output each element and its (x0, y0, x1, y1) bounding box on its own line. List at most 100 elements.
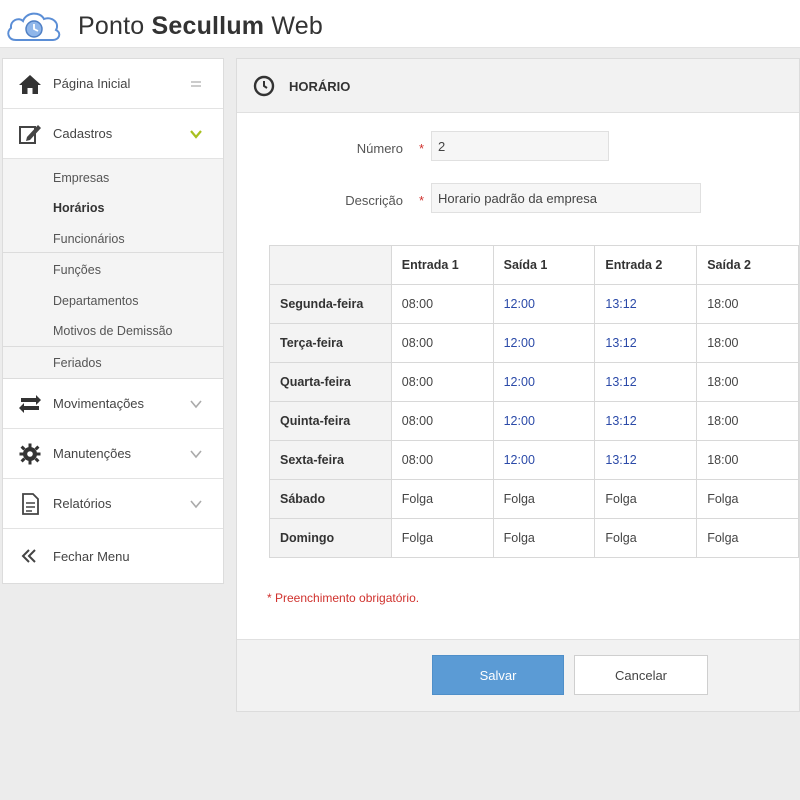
day-label: Quinta-feira (269, 401, 392, 441)
time-cell[interactable]: 12:00 (492, 401, 596, 441)
app-header: Ponto Secullum Web (0, 0, 800, 48)
time-cell[interactable]: 08:00 (390, 401, 494, 441)
sidebar-item-label: Fechar Menu (53, 548, 130, 564)
submenu-item-feriados[interactable]: Feriados (53, 356, 102, 370)
horario-panel: HORÁRIO Número * 2 Descrição * Horario p… (236, 58, 800, 712)
table-header-row: Entrada 1 Saída 1 Entrada 2 Saída 2 (269, 245, 799, 285)
sidebar-item-cadastros[interactable]: Cadastros (3, 109, 223, 159)
sidebar-item-fechar-menu[interactable]: Fechar Menu (3, 531, 223, 581)
time-cell[interactable]: 08:00 (390, 440, 494, 480)
home-icon (19, 75, 41, 94)
time-cell[interactable]: 18:00 (696, 323, 799, 363)
time-cell[interactable]: 08:00 (390, 362, 494, 402)
sidebar-item-relatorios[interactable]: Relatórios (3, 479, 223, 529)
day-label: Sexta-feira (269, 440, 392, 480)
page-title: HORÁRIO (289, 79, 351, 94)
time-cell[interactable]: 13:12 (594, 323, 698, 363)
save-button[interactable]: Salvar (432, 655, 564, 695)
day-label: Segunda-feira (269, 284, 392, 324)
table-row: Quarta-feira 08:00 12:00 13:12 18:00 (269, 362, 799, 402)
table-header-corner (269, 245, 392, 285)
clock-icon (253, 75, 275, 97)
time-cell[interactable]: 12:00 (492, 362, 596, 402)
time-cell[interactable]: 18:00 (696, 401, 799, 441)
numero-input[interactable]: 2 (431, 131, 609, 161)
pin-icon (191, 81, 201, 87)
swap-icon (19, 395, 41, 413)
cadastros-submenu-group-3: Feriados (3, 347, 223, 379)
report-icon (22, 493, 39, 515)
day-label: Terça-feira (269, 323, 392, 363)
table-row: Terça-feira 08:00 12:00 13:12 18:00 (269, 323, 799, 363)
cancel-button[interactable]: Cancelar (574, 655, 708, 695)
edit-icon (19, 125, 41, 144)
time-cell[interactable]: 13:12 (594, 284, 698, 324)
sidebar-item-label: Cadastros (53, 126, 113, 141)
time-cell[interactable]: 18:00 (696, 362, 799, 402)
column-header-entrada-1: Entrada 1 (390, 245, 494, 285)
numero-label: Número (356, 141, 403, 156)
time-cell[interactable]: Folga (492, 518, 596, 558)
sidebar-menu: Página Inicial Cadastros Empresas Horári… (2, 58, 224, 584)
submenu-item-motivos-demissao[interactable]: Motivos de Demissão (53, 324, 173, 338)
column-header-saida-2: Saída 2 (696, 245, 799, 285)
cloud-clock-logo-icon (7, 12, 61, 41)
app-title: Ponto Secullum Web (78, 12, 323, 40)
schedule-table: Entrada 1 Saída 1 Entrada 2 Saída 2 Segu… (269, 245, 799, 558)
time-cell[interactable]: Folga (390, 518, 494, 558)
time-cell[interactable]: 12:00 (492, 284, 596, 324)
table-row: Domingo Folga Folga Folga Folga (269, 518, 799, 558)
time-cell[interactable]: 12:00 (492, 440, 596, 480)
sidebar-item-label: Manutenções (53, 446, 132, 461)
sidebar-item-label: Página Inicial (53, 76, 131, 91)
chevron-down-icon (190, 130, 202, 139)
cadastros-submenu-group-1: Empresas Horários Funcionários (3, 159, 223, 253)
day-label: Sábado (269, 479, 392, 519)
time-cell[interactable]: Folga (594, 518, 698, 558)
chevron-down-icon (190, 500, 202, 509)
column-header-entrada-2: Entrada 2 (594, 245, 698, 285)
submenu-item-funcoes[interactable]: Funções (53, 263, 101, 277)
sidebar-item-movimentacoes[interactable]: Movimentações (3, 379, 223, 429)
time-cell[interactable]: 13:12 (594, 401, 698, 441)
double-chevron-left-icon (21, 549, 36, 563)
time-cell[interactable]: 18:00 (696, 284, 799, 324)
table-row: Segunda-feira 08:00 12:00 13:12 18:00 (269, 284, 799, 324)
time-cell[interactable]: 12:00 (492, 323, 596, 363)
time-cell[interactable]: Folga (594, 479, 698, 519)
submenu-item-funcionarios[interactable]: Funcionários (53, 232, 125, 246)
time-cell[interactable]: 18:00 (696, 440, 799, 480)
panel-footer: Salvar Cancelar (237, 639, 799, 711)
sidebar-item-label: Movimentações (53, 396, 145, 411)
sidebar-item-manutencoes[interactable]: Manutenções (3, 429, 223, 479)
gear-icon (19, 443, 41, 465)
table-row: Sábado Folga Folga Folga Folga (269, 479, 799, 519)
day-label: Quarta-feira (269, 362, 392, 402)
submenu-item-horarios[interactable]: Horários (53, 201, 104, 215)
time-cell[interactable]: Folga (492, 479, 596, 519)
chevron-down-icon (190, 400, 202, 409)
required-mark: * (419, 141, 425, 156)
time-cell[interactable]: Folga (696, 518, 799, 558)
day-label: Domingo (269, 518, 392, 558)
time-cell[interactable]: Folga (390, 479, 494, 519)
column-header-saida-1: Saída 1 (492, 245, 596, 285)
descricao-label: Descrição (345, 193, 403, 208)
time-cell[interactable]: 13:12 (594, 362, 698, 402)
sidebar-item-label: Relatórios (53, 496, 112, 511)
sidebar-item-pagina-inicial[interactable]: Página Inicial (3, 59, 223, 109)
panel-header: HORÁRIO (237, 59, 799, 113)
time-cell[interactable]: Folga (696, 479, 799, 519)
cadastros-submenu-group-2: Funções Departamentos Motivos de Demissã… (3, 253, 223, 347)
submenu-item-departamentos[interactable]: Departamentos (53, 294, 138, 308)
required-field-note: * Preenchimento obrigatório. (267, 591, 420, 605)
table-row: Sexta-feira 08:00 12:00 13:12 18:00 (269, 440, 799, 480)
submenu-item-empresas[interactable]: Empresas (53, 171, 109, 185)
table-row: Quinta-feira 08:00 12:00 13:12 18:00 (269, 401, 799, 441)
time-cell[interactable]: 08:00 (390, 284, 494, 324)
time-cell[interactable]: 13:12 (594, 440, 698, 480)
required-mark: * (419, 193, 425, 208)
descricao-input[interactable]: Horario padrão da empresa (431, 183, 701, 213)
time-cell[interactable]: 08:00 (390, 323, 494, 363)
chevron-down-icon (190, 450, 202, 459)
